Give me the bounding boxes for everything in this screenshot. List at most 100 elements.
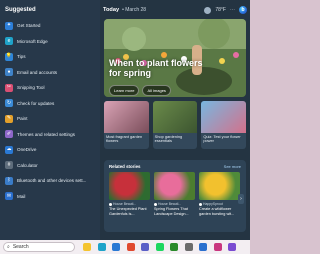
related-stories-list: House Beauti... The Unexpected Plant Gard… [104,172,246,216]
suggestion-card[interactable]: Quiz: Test your flower power [201,101,247,149]
suggested-title: Suggested [5,7,36,13]
suggested-panel: Suggested ✦ Get Started e Microsoft Edge 💡 Ti… [0,0,100,240]
story-source-name: House Beauti... [113,202,137,206]
teams-icon[interactable] [141,243,149,251]
suggested-item-label: Snipping Tool [17,85,45,91]
suggested-item[interactable]: e Microsoft Edge [3,34,98,50]
person-icon: ● [5,68,13,77]
weather-icon[interactable] [204,6,212,14]
story-caption: Spring Flowers That Landscape Design... [154,207,189,216]
brush-icon: ✐ [5,130,13,139]
suggested-item[interactable]: ✂ Snipping Tool [3,80,98,96]
feed-header: Today • March 28 78°F ⋯ b [103,5,247,15]
suggested-item[interactable]: ᛒ Bluetooth and other devices sett... [3,173,98,189]
suggested-item-label: Get Started [17,23,41,29]
suggested-item-label: Themes and related settings [17,131,75,137]
mail-icon: ✉ [5,192,13,201]
mail-taskbar-icon[interactable] [199,243,207,251]
learn-more-button[interactable]: Learn more [109,85,140,96]
source-logo-icon [154,202,157,206]
hero-card[interactable]: When to plant flowers for spring Learn m… [104,19,246,97]
today-label: Today [103,7,120,13]
feed-panel: Today • March 28 78°F ⋯ b When to plant … [100,0,250,240]
suggested-item[interactable]: ☁ OneDrive [3,142,98,158]
office-icon[interactable] [126,243,135,251]
snipping-tool-icon: ✂ [5,83,13,92]
suggested-list: ✦ Get Started e Microsoft Edge 💡 Tips ● Email a… [3,18,98,204]
card-image [104,101,149,133]
more-options-icon[interactable]: ⋯ [230,7,235,13]
store-icon[interactable] [112,243,120,251]
bing-icon[interactable]: b [239,6,247,14]
suggested-item[interactable]: ✦ Get Started [3,18,98,34]
spotify-icon[interactable] [155,243,164,251]
story-image [154,172,195,200]
bluetooth-icon: ᛒ [5,176,13,185]
card-caption: Shop gardening essentials [154,133,183,144]
story-caption: The Unexpected Plant Gardenfuls is... [109,207,147,216]
story-source: HappySprout [199,202,240,206]
story-source-name: House Beauti... [158,202,182,206]
card-caption: Most fragrant garden flowers [106,133,143,144]
paint-icon: ✎ [5,114,13,123]
story-image [109,172,150,200]
related-story[interactable]: House Beauti... Spring Flowers That Lands… [154,172,195,216]
date-label: • March 28 [122,7,147,13]
card-image [201,101,247,133]
suggested-item[interactable]: ● Email and accounts [3,65,98,81]
edge-icon: e [5,37,13,46]
suggested-item-label: Microsoft Edge [17,38,48,44]
source-logo-icon [109,202,112,206]
suggested-item[interactable]: ✉ Mail [3,189,98,205]
suggested-item-label: Check for updates [17,100,55,106]
suggested-item[interactable]: # Calculator [3,158,98,174]
card-image [152,101,198,133]
calculator-icon: # [5,161,13,170]
suggested-item[interactable]: 💡 Tips [3,49,98,65]
suggested-item-label: Calculator [17,162,38,168]
suggested-item[interactable]: ✐ Themes and related settings [3,127,98,143]
source-logo-icon [199,202,202,206]
suggested-item[interactable]: ↻ Check for updates [3,96,98,112]
next-arrow-button[interactable]: › [238,194,244,204]
onedrive-icon: ☁ [5,145,13,154]
suggestion-card[interactable]: Most fragrant garden flowers [104,101,149,149]
photos-icon[interactable] [213,243,222,251]
story-caption: Create a wildflower garden bursting wit.… [199,207,235,216]
related-story[interactable]: HappySprout Create a wildflower garden bu… [199,172,240,216]
suggestion-card[interactable]: Shop gardening essentials [152,101,198,149]
related-story[interactable]: House Beauti... The Unexpected Plant Gard… [109,172,150,216]
taskbar-search-box[interactable]: ⌕ Search [3,242,75,252]
clipchamp-icon[interactable] [228,243,236,251]
weather-temp[interactable]: 78°F [215,7,226,13]
suggestion-cards: Most fragrant garden flowers Shop gardeni… [104,101,247,149]
related-stories-card: Related stories See more House Beauti...… [104,160,246,232]
suggested-item-label: Paint [17,116,28,122]
suggested-item[interactable]: ✎ Paint [3,111,98,127]
suggested-item-label: OneDrive [17,147,37,153]
xbox-icon[interactable] [170,243,178,251]
related-stories-title: Related stories [109,164,141,169]
story-image [199,172,240,200]
suggested-item-label: Email and accounts [17,69,58,75]
update-icon: ↻ [5,99,13,108]
taskbar: ⌕ Search [0,240,250,254]
hero-title: When to plant flowers for spring [109,58,203,78]
widgets-panel: Suggested ✦ Get Started e Microsoft Edge 💡 Ti… [0,0,250,240]
story-source: House Beauti... [109,202,150,206]
search-icon: ⌕ [7,244,10,250]
tips-icon: 💡 [5,52,13,61]
all-images-button[interactable]: All images [142,85,171,96]
file-explorer-icon[interactable] [83,243,91,251]
edge-taskbar-icon[interactable] [97,243,106,251]
suggested-item-label: Mail [17,193,26,199]
settings-icon[interactable] [184,243,193,251]
taskbar-apps [83,243,236,251]
card-caption: Quiz: Test your flower power [203,133,241,144]
story-source: House Beauti... [154,202,195,206]
see-more-link[interactable]: See more [224,164,241,169]
get-started-icon: ✦ [5,21,13,30]
search-placeholder: Search [12,244,29,250]
suggested-item-label: Bluetooth and other devices sett... [17,178,87,184]
suggested-item-label: Tips [17,54,26,60]
